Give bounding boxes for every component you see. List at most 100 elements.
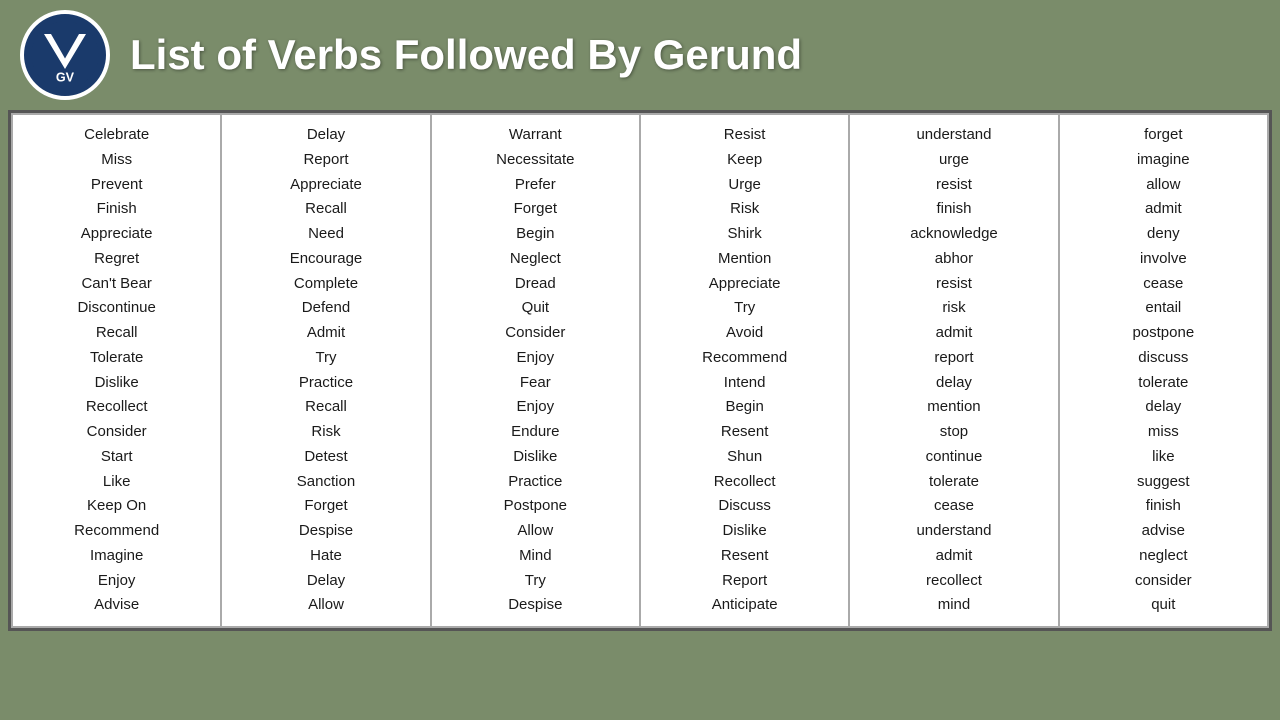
verb-word: Miss <box>17 148 216 173</box>
verb-word: tolerate <box>854 470 1053 495</box>
verb-word: cease <box>854 494 1053 519</box>
verb-word: Necessitate <box>436 148 635 173</box>
verb-word: Fear <box>436 371 635 396</box>
verb-word: like <box>1064 445 1263 470</box>
verb-word: Consider <box>436 321 635 346</box>
verb-word: Finish <box>17 197 216 222</box>
verb-word: involve <box>1064 247 1263 272</box>
verb-word: admit <box>854 321 1053 346</box>
verb-word: neglect <box>1064 544 1263 569</box>
verb-word: suggest <box>1064 470 1263 495</box>
header: GV List of Verbs Followed By Gerund <box>0 0 1280 110</box>
verb-word: consider <box>1064 569 1263 594</box>
verb-word: stop <box>854 420 1053 445</box>
verb-word: Encourage <box>226 247 425 272</box>
verb-word: Celebrate <box>17 123 216 148</box>
verb-word: Hate <box>226 544 425 569</box>
verb-word: Try <box>436 569 635 594</box>
verb-word: Tolerate <box>17 346 216 371</box>
verb-word: delay <box>1064 395 1263 420</box>
verb-word: Recommend <box>645 346 844 371</box>
verb-word: miss <box>1064 420 1263 445</box>
verb-word: Try <box>226 346 425 371</box>
verb-word: Dislike <box>436 445 635 470</box>
verb-word: risk <box>854 296 1053 321</box>
verb-word: mind <box>854 593 1053 618</box>
verb-word: recollect <box>854 569 1053 594</box>
verb-word: Risk <box>645 197 844 222</box>
verb-word: delay <box>854 371 1053 396</box>
verb-word: Like <box>17 470 216 495</box>
page-title: List of Verbs Followed By Gerund <box>130 31 802 79</box>
verb-word: Prefer <box>436 173 635 198</box>
verb-word: forget <box>1064 123 1263 148</box>
verb-word: Shun <box>645 445 844 470</box>
verb-word: Consider <box>17 420 216 445</box>
verb-table: CelebrateMissPreventFinishAppreciateRegr… <box>11 113 1269 628</box>
verb-word: Begin <box>645 395 844 420</box>
verb-word: Intend <box>645 371 844 396</box>
verb-word: Enjoy <box>17 569 216 594</box>
verb-word: Dislike <box>645 519 844 544</box>
verb-word: Allow <box>436 519 635 544</box>
verb-word: imagine <box>1064 148 1263 173</box>
verb-word: Report <box>226 148 425 173</box>
verb-word: Advise <box>17 593 216 618</box>
verb-word: Admit <box>226 321 425 346</box>
verb-word: Mind <box>436 544 635 569</box>
verb-word: deny <box>1064 222 1263 247</box>
svg-text:GV: GV <box>56 71 75 85</box>
column-1: DelayReportAppreciateRecallNeedEncourage… <box>221 114 430 627</box>
verb-word: Prevent <box>17 173 216 198</box>
verb-word: understand <box>854 123 1053 148</box>
verb-word: Dislike <box>17 371 216 396</box>
verb-word: Complete <box>226 272 425 297</box>
verb-word: Mention <box>645 247 844 272</box>
verb-word: Recall <box>226 395 425 420</box>
verb-word: Recommend <box>17 519 216 544</box>
verb-word: mention <box>854 395 1053 420</box>
verb-word: Forget <box>226 494 425 519</box>
column-4: understandurgeresistfinishacknowledgeabh… <box>849 114 1058 627</box>
verb-word: Can't Bear <box>17 272 216 297</box>
verb-word: Despise <box>226 519 425 544</box>
verb-word: continue <box>854 445 1053 470</box>
verb-word: Try <box>645 296 844 321</box>
verb-word: advise <box>1064 519 1263 544</box>
verb-word: Practice <box>226 371 425 396</box>
logo: GV <box>20 10 110 100</box>
column-5: forgetimagineallowadmitdenyinvolveceasee… <box>1059 114 1268 627</box>
verb-word: report <box>854 346 1053 371</box>
table-row: CelebrateMissPreventFinishAppreciateRegr… <box>12 114 1268 627</box>
verb-word: Appreciate <box>17 222 216 247</box>
verb-word: Imagine <box>17 544 216 569</box>
verb-word: Postpone <box>436 494 635 519</box>
verb-word: Resist <box>645 123 844 148</box>
verb-word: postpone <box>1064 321 1263 346</box>
verb-word: finish <box>1064 494 1263 519</box>
verb-word: Forget <box>436 197 635 222</box>
verb-word: cease <box>1064 272 1263 297</box>
verb-word: Anticipate <box>645 593 844 618</box>
verb-word: Resent <box>645 420 844 445</box>
verb-word: quit <box>1064 593 1263 618</box>
verb-word: Shirk <box>645 222 844 247</box>
verb-word: Delay <box>226 123 425 148</box>
verb-word: Sanction <box>226 470 425 495</box>
verb-word: Recall <box>226 197 425 222</box>
verb-word: Discuss <box>645 494 844 519</box>
verb-word: Delay <box>226 569 425 594</box>
table-container: CelebrateMissPreventFinishAppreciateRegr… <box>8 110 1272 631</box>
verb-word: admit <box>1064 197 1263 222</box>
verb-word: finish <box>854 197 1053 222</box>
verb-word: Risk <box>226 420 425 445</box>
verb-word: Quit <box>436 296 635 321</box>
verb-word: resist <box>854 173 1053 198</box>
verb-word: Begin <box>436 222 635 247</box>
verb-word: allow <box>1064 173 1263 198</box>
verb-word: urge <box>854 148 1053 173</box>
verb-word: Resent <box>645 544 844 569</box>
verb-word: abhor <box>854 247 1053 272</box>
verb-word: Detest <box>226 445 425 470</box>
verb-word: Despise <box>436 593 635 618</box>
